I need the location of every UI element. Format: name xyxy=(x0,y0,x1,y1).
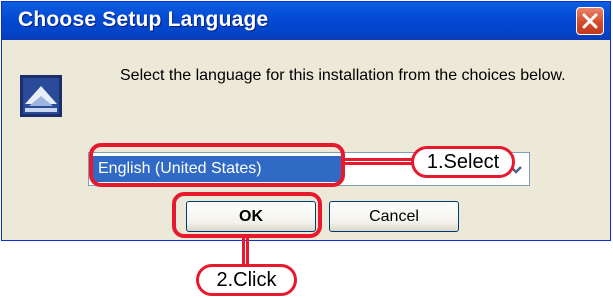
instruction-text: Select the language for this installatio… xyxy=(120,67,566,84)
cancel-button[interactable]: Cancel xyxy=(329,201,459,232)
setup-icon xyxy=(19,74,63,118)
title-bar[interactable]: Choose Setup Language xyxy=(2,2,610,40)
select-highlight xyxy=(89,143,345,187)
select-leader-line xyxy=(345,158,413,165)
close-icon xyxy=(582,13,598,29)
close-button[interactable] xyxy=(576,7,604,35)
click-leader-line xyxy=(242,237,249,266)
select-callout: 1.Select xyxy=(411,146,515,178)
ok-highlight xyxy=(172,192,322,238)
click-callout: 2.Click xyxy=(196,264,297,296)
window-title: Choose Setup Language xyxy=(18,8,269,31)
